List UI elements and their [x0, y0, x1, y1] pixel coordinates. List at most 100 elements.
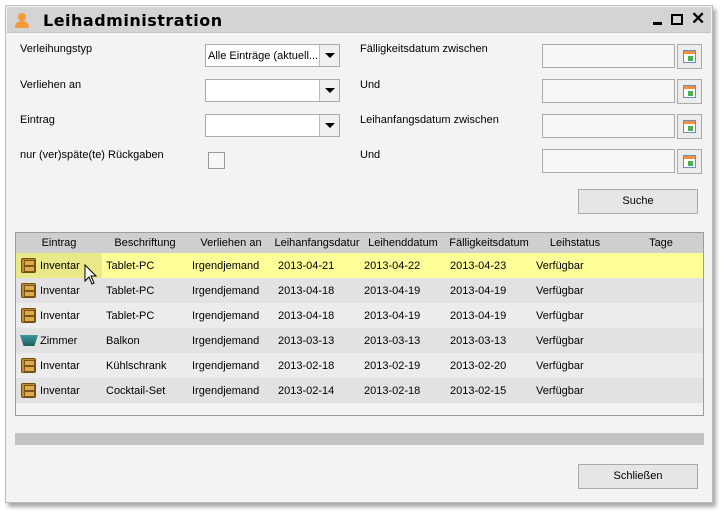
- anfang-bis-input[interactable]: [542, 149, 675, 173]
- verleihungstyp-value: Alle Einträge (aktuell...: [208, 50, 319, 62]
- verliehen-an-label: Verliehen an: [20, 79, 82, 91]
- horizontal-scrollbar[interactable]: [15, 433, 704, 445]
- table-cell: Inventar: [40, 385, 80, 397]
- anfang-von-input[interactable]: [542, 114, 675, 138]
- table-cell: 2013-02-20: [450, 360, 507, 372]
- table-cell: Irgendjemand: [192, 310, 260, 322]
- table-cell: 2013-04-19: [364, 310, 421, 322]
- table-cell: Zimmer: [40, 335, 78, 347]
- table-cell: Inventar: [40, 260, 80, 272]
- calendar-icon: [683, 120, 696, 133]
- column-header[interactable]: Tage: [618, 237, 704, 249]
- close-icon[interactable]: ✕: [691, 9, 705, 29]
- user-icon: [15, 13, 29, 28]
- table-cell: 2013-02-14: [278, 385, 335, 397]
- faellig-bis-input[interactable]: [542, 79, 675, 103]
- title-bar: Leihadministration ✕: [7, 7, 711, 33]
- table-cell: 2013-03-13: [364, 335, 421, 347]
- verspaetet-checkbox[interactable]: [208, 152, 225, 169]
- table-cell: Verfügbar: [536, 260, 584, 272]
- table-row[interactable]: Zimmer Balkon Irgendjemand 2013-03-13 2013-0…: [16, 328, 703, 353]
- room-icon: [20, 335, 38, 346]
- faellig-bis-label: Und: [360, 79, 381, 91]
- column-header[interactable]: Eintrag: [16, 237, 102, 249]
- table-cell: Tablet-PC: [106, 310, 155, 322]
- anfang-bis-label: Und: [360, 149, 381, 161]
- table-cell: Kühlschrank: [106, 360, 167, 372]
- table-header: Eintrag Beschriftung Verliehen an Leihanfan…: [16, 233, 703, 253]
- table-cell: Verfügbar: [536, 310, 584, 322]
- column-header[interactable]: Leihenddatum: [360, 237, 446, 249]
- maximize-icon[interactable]: [671, 14, 683, 25]
- chevron-down-icon[interactable]: [319, 45, 339, 66]
- column-header[interactable]: Beschriftung: [102, 237, 188, 249]
- loans-table: Eintrag Beschriftung Verliehen an Leihanfan…: [15, 232, 704, 416]
- close-button-label: Schließen: [613, 470, 663, 482]
- faellig-von-input[interactable]: [542, 44, 675, 68]
- close-button[interactable]: Schließen: [578, 464, 698, 489]
- calendar-button[interactable]: [677, 79, 702, 104]
- anfang-von-label: Leihanfangsdatum zwischen: [360, 114, 499, 126]
- table-cell: Verfügbar: [536, 285, 584, 297]
- table-cell: Inventar: [40, 360, 80, 372]
- calendar-button[interactable]: [677, 149, 702, 174]
- table-cell: Balkon: [106, 335, 140, 347]
- table-cell: Irgendjemand: [192, 385, 260, 397]
- inventory-icon: [21, 258, 36, 273]
- eintrag-label: Eintrag: [20, 114, 55, 126]
- table-cell: 2013-04-19: [450, 285, 507, 297]
- table-cell: Tablet-PC: [106, 285, 155, 297]
- search-button[interactable]: Suche: [578, 189, 698, 214]
- inventory-icon: [21, 358, 36, 373]
- table-row[interactable]: Inventar Kühlschrank Irgendjemand 2013-02-1…: [16, 353, 703, 378]
- column-header[interactable]: Fälligkeitsdatum: [446, 237, 532, 249]
- minimize-icon[interactable]: [653, 22, 662, 25]
- inventory-icon: [21, 308, 36, 323]
- table-cell: 2013-04-21: [278, 260, 335, 272]
- table-cell: 2013-04-23: [450, 260, 507, 272]
- table-cell: 2013-04-19: [450, 310, 507, 322]
- chevron-down-icon[interactable]: [319, 80, 339, 101]
- calendar-icon: [683, 155, 696, 168]
- table-cell: 2013-02-18: [278, 360, 335, 372]
- table-cell: Irgendjemand: [192, 260, 260, 272]
- window-title: Leihadministration: [43, 11, 223, 30]
- table-row[interactable]: Inventar Tablet-PC Irgendjemand 2013-04-18 2…: [16, 303, 703, 328]
- table-cell: Verfügbar: [536, 385, 584, 397]
- verspaetet-label: nur (ver)späte(te) Rückgaben: [20, 149, 164, 161]
- column-header[interactable]: Verliehen an: [188, 237, 274, 249]
- verliehen-an-combo[interactable]: [205, 79, 340, 102]
- calendar-button[interactable]: [677, 114, 702, 139]
- table-cell: Inventar: [40, 310, 80, 322]
- eintrag-combo[interactable]: [205, 114, 340, 137]
- verleihungstyp-label: Verleihungstyp: [20, 43, 93, 55]
- table-cell: Tablet-PC: [106, 260, 155, 272]
- table-cell: 2013-02-15: [450, 385, 507, 397]
- table-cell: Verfügbar: [536, 360, 584, 372]
- table-cell: Irgendjemand: [192, 335, 260, 347]
- mouse-cursor-icon: [84, 264, 98, 285]
- table-row[interactable]: Inventar Cocktail-Set Irgendjemand 2013-02-…: [16, 378, 703, 403]
- table-cell: 2013-03-13: [278, 335, 335, 347]
- chevron-down-icon[interactable]: [319, 115, 339, 136]
- column-header[interactable]: Leihanfangsdatur: [274, 237, 360, 249]
- table-cell: Verfügbar: [536, 335, 584, 347]
- table-cell: 2013-04-19: [364, 285, 421, 297]
- table-row[interactable]: Inventar Tablet-PC Irgendjemand 2013-04-21 2…: [16, 253, 703, 278]
- table-cell: Irgendjemand: [192, 360, 260, 372]
- calendar-icon: [683, 50, 696, 63]
- table-cell: 2013-04-22: [364, 260, 421, 272]
- table-cell: 2013-03-13: [450, 335, 507, 347]
- table-cell: 2013-04-18: [278, 285, 335, 297]
- inventory-icon: [21, 383, 36, 398]
- verleihungstyp-combo[interactable]: Alle Einträge (aktuell...: [205, 44, 340, 67]
- table-cell: Cocktail-Set: [106, 385, 166, 397]
- table-cell: 2013-04-18: [278, 310, 335, 322]
- table-cell: 2013-02-19: [364, 360, 421, 372]
- calendar-icon: [683, 85, 696, 98]
- calendar-button[interactable]: [677, 44, 702, 69]
- column-header[interactable]: Leihstatus: [532, 237, 618, 249]
- table-cell: Irgendjemand: [192, 285, 260, 297]
- faellig-von-label: Fälligkeitsdatum zwischen: [360, 43, 488, 55]
- table-row[interactable]: Inventar Tablet-PC Irgendjemand 2013-04-18 2…: [16, 278, 703, 303]
